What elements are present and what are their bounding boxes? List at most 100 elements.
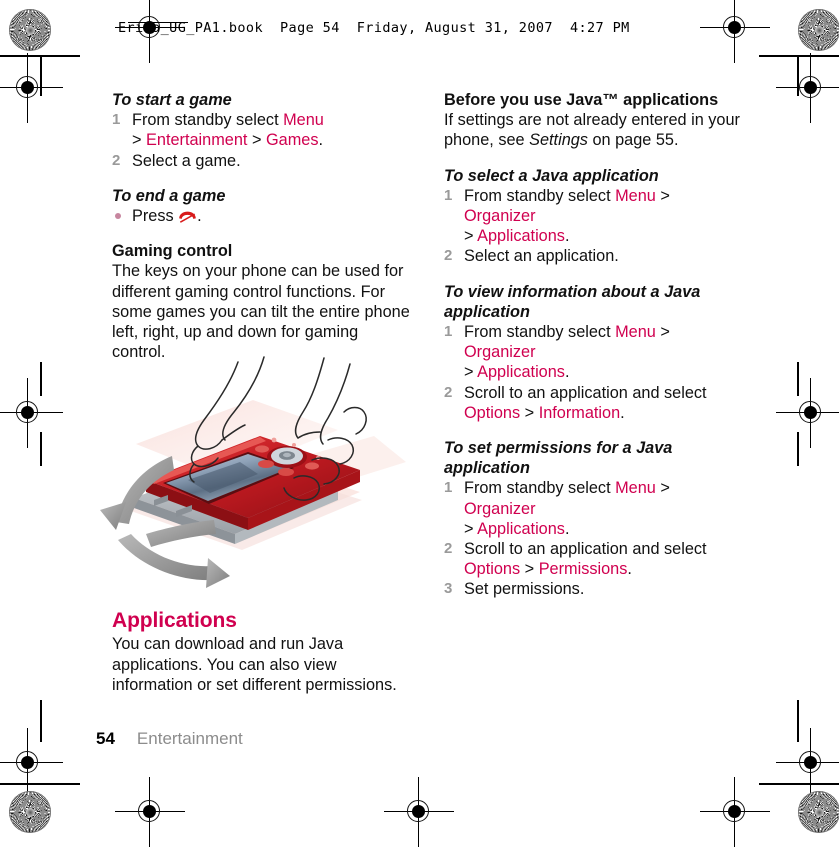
menu-path-item: Information xyxy=(538,403,621,422)
step-text-part: From standby select xyxy=(132,111,284,130)
step-number: 1 xyxy=(444,186,453,204)
menu-path-item: Applications xyxy=(477,363,565,382)
step-item: 1 From standby select Menu > Organizer >… xyxy=(444,478,744,539)
path-separator: > xyxy=(655,479,670,498)
step-text-part: . xyxy=(564,363,570,382)
step-number: 1 xyxy=(112,111,121,129)
step-item: 2 Scroll to an application and select Op… xyxy=(444,539,744,579)
menu-path-item: Entertainment xyxy=(146,131,248,150)
step-text: Scroll to an application and select Opti… xyxy=(464,384,707,422)
step-number: 2 xyxy=(444,540,453,558)
steps-start-game: 1 From standby select Menu > Entertainme… xyxy=(112,110,412,171)
step-text-part: . xyxy=(318,131,323,150)
step-number: 2 xyxy=(444,247,453,265)
end-call-icon xyxy=(178,208,197,223)
menu-path-item: Applications xyxy=(477,519,565,538)
phone-tilt-illustration xyxy=(88,352,418,590)
cross-reference-title: Settings xyxy=(529,131,588,150)
step-text-part: . xyxy=(564,227,570,246)
menu-path-item: Menu xyxy=(615,479,656,498)
step-text: From standby select Menu > Organizer > A… xyxy=(464,187,670,245)
menu-path-item: Organizer xyxy=(464,499,536,518)
step-item: 1 From standby select Menu > Organizer >… xyxy=(444,186,744,247)
applications-body: You can download and run Java applicatio… xyxy=(112,635,397,694)
path-separator: > xyxy=(132,131,147,150)
menu-path-item: Options xyxy=(464,560,521,579)
step-text: Set permissions. xyxy=(464,580,585,599)
step-item: 2 Select a game. xyxy=(112,151,412,171)
steps-view-info: 1 From standby select Menu > Organizer >… xyxy=(444,322,744,423)
path-separator: > xyxy=(655,323,670,342)
footer-chapter-name: Entertainment xyxy=(136,729,243,748)
path-separator: > xyxy=(464,519,478,538)
menu-path-item: Applications xyxy=(477,227,565,246)
step-text-part: From standby select xyxy=(464,323,616,342)
step-text: From standby select Menu > Organizer > A… xyxy=(464,479,670,537)
path-separator: > xyxy=(655,186,670,205)
step-item: 1 From standby select Menu > Entertainme… xyxy=(112,110,412,150)
menu-path-item: Organizer xyxy=(464,207,536,226)
procedure-title-view-info: To view information about a Java applica… xyxy=(444,282,701,321)
bullet-text-after: . xyxy=(197,207,202,226)
bullet-text: Press . xyxy=(132,207,202,225)
steps-end-game: Press . xyxy=(112,206,412,226)
step-text-part: . xyxy=(627,560,632,579)
step-text: From standby select Menu > Entertainment… xyxy=(132,111,324,149)
step-number: 1 xyxy=(444,479,453,497)
menu-path-item: Menu xyxy=(615,186,656,205)
step-item: 2 Select an application. xyxy=(444,246,744,266)
step-item: 2 Scroll to an application and select Op… xyxy=(444,383,744,423)
step-item: 3 Set permissions. xyxy=(444,579,744,599)
path-separator: > xyxy=(247,131,266,150)
path-separator: > xyxy=(520,560,539,579)
step-text: Select an application. xyxy=(464,247,619,266)
steps-set-permissions: 1 From standby select Menu > Organizer >… xyxy=(444,478,744,599)
page-content: To start a game 1 From standby select Me… xyxy=(0,0,839,840)
step-text-part: . xyxy=(564,519,570,538)
step-text-part: Scroll to an application and select xyxy=(464,383,707,402)
path-separator: > xyxy=(520,403,539,422)
before-java-body: If settings are not already entered in y… xyxy=(444,110,744,150)
menu-path-item: Menu xyxy=(615,323,656,342)
step-text-part: From standby select xyxy=(464,479,616,498)
body-part: on page 55. xyxy=(587,131,679,150)
step-text: Scroll to an application and select Opti… xyxy=(464,540,707,578)
page-footer: 54 Entertainment xyxy=(96,729,243,749)
procedure-title-set-permissions: To set permissions for a Java applicatio… xyxy=(444,439,673,478)
step-number: 2 xyxy=(112,151,121,169)
step-text-part: . xyxy=(620,403,625,422)
menu-path-item: Options xyxy=(464,403,521,422)
subsection-title-gaming-control: Gaming control xyxy=(112,242,233,261)
page-number: 54 xyxy=(96,729,115,748)
section-title-applications: Applications xyxy=(112,609,237,633)
bullet-item: Press . xyxy=(112,206,412,226)
path-separator: > xyxy=(464,227,478,246)
step-text-part: From standby select xyxy=(464,186,616,205)
bullet-dot-icon xyxy=(115,213,121,220)
step-text: Select a game. xyxy=(132,151,241,170)
menu-path-item: Menu xyxy=(283,111,324,130)
subsection-title-before-java: Before you use Java™ applications xyxy=(444,90,744,110)
step-item: 1 From standby select Menu > Organizer >… xyxy=(444,322,744,383)
menu-path-item: Games xyxy=(265,131,319,150)
step-text-part: Scroll to an application and select xyxy=(464,540,707,559)
menu-path-item: Organizer xyxy=(464,343,536,362)
procedure-title-select-java: To select a Java application xyxy=(444,166,659,185)
steps-select-java: 1 From standby select Menu > Organizer >… xyxy=(444,186,744,267)
subsection-title-text: Before you use Java™ applications xyxy=(444,91,719,109)
procedure-title-start-game: To start a game xyxy=(112,91,232,109)
step-number: 2 xyxy=(444,383,453,401)
step-number: 1 xyxy=(444,323,453,341)
procedure-title-end-game: To end a game xyxy=(112,186,226,205)
path-separator: > xyxy=(464,363,478,382)
step-number: 3 xyxy=(444,580,453,598)
bullet-text-before: Press xyxy=(132,207,179,226)
step-text: From standby select Menu > Organizer > A… xyxy=(464,323,670,381)
gaming-control-body: The keys on your phone can be used for d… xyxy=(112,262,410,362)
tilt-arrow-lower xyxy=(118,534,230,588)
